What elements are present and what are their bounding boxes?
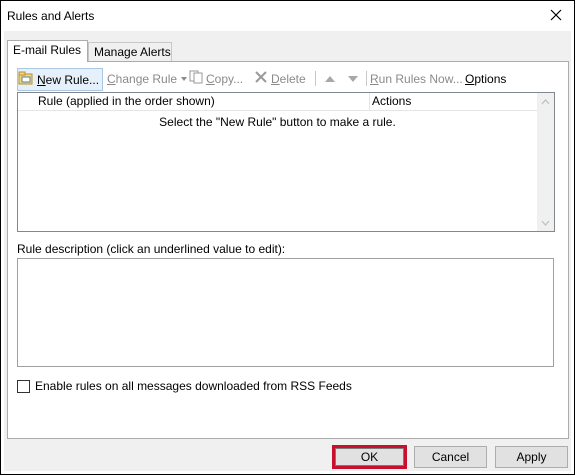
move-up-button[interactable] bbox=[324, 68, 336, 89]
tab-manage-alerts[interactable]: Manage Alerts bbox=[88, 42, 172, 61]
rss-rules-label[interactable]: Enable rules on all messages downloaded … bbox=[35, 379, 352, 393]
apply-button[interactable]: Apply bbox=[495, 446, 568, 468]
ok-button[interactable]: OK bbox=[335, 448, 404, 466]
arrow-down-icon bbox=[348, 75, 358, 82]
toolbar-separator bbox=[315, 71, 316, 86]
rules-list-scrollbar[interactable] bbox=[537, 93, 554, 231]
arrow-up-icon bbox=[325, 75, 335, 82]
rss-rules-option[interactable]: Enable rules on all messages downloaded … bbox=[17, 379, 352, 393]
copy-label: opy... bbox=[214, 71, 244, 86]
change-rule-button[interactable]: Change Rule bbox=[107, 68, 188, 89]
dialog-client-area: E-mail Rules Manage Alerts New Rule... C… bbox=[4, 31, 571, 440]
rules-list[interactable]: Rule (applied in the order shown) Action… bbox=[17, 92, 555, 232]
run-rules-label: un Rules Now... bbox=[378, 71, 463, 86]
run-rules-mnemonic: R bbox=[370, 71, 379, 86]
options-label: ptions bbox=[474, 71, 507, 86]
rule-description-box[interactable] bbox=[17, 258, 554, 367]
close-icon bbox=[550, 9, 562, 21]
scroll-down-button[interactable] bbox=[537, 214, 554, 231]
new-rule-button[interactable]: New Rule... bbox=[17, 68, 103, 91]
move-down-button[interactable] bbox=[347, 68, 359, 89]
rule-description-label: Rule description (click an underlined va… bbox=[17, 242, 286, 256]
copy-button[interactable]: Copy... bbox=[189, 68, 243, 89]
window-title: Rules and Alerts bbox=[7, 9, 95, 23]
column-header-rule[interactable]: Rule (applied in the order shown) bbox=[18, 93, 370, 110]
run-rules-now-button[interactable]: Run Rules Now... bbox=[370, 68, 463, 89]
rules-empty-message: Select the "New Rule" button to make a r… bbox=[159, 115, 396, 129]
copy-mnemonic: C bbox=[206, 71, 215, 86]
email-rules-panel: New Rule... Change Rule Copy... D elete … bbox=[7, 61, 569, 439]
delete-button[interactable]: Delete bbox=[254, 68, 306, 89]
chevron-down-icon bbox=[181, 76, 188, 81]
tab-email-rules[interactable]: E-mail Rules bbox=[7, 40, 88, 62]
options-button[interactable]: Options bbox=[465, 68, 506, 89]
rules-and-alerts-dialog: Rules and Alerts E-mail Rules Manage Ale… bbox=[0, 0, 575, 475]
delete-icon bbox=[254, 70, 268, 87]
options-mnemonic: O bbox=[465, 71, 475, 86]
toolbar-separator bbox=[366, 71, 367, 86]
rules-toolbar: New Rule... Change Rule Copy... D elete … bbox=[17, 67, 557, 91]
new-rule-icon bbox=[18, 71, 34, 88]
delete-mnemonic: D bbox=[271, 71, 280, 86]
scroll-up-button[interactable] bbox=[537, 93, 554, 110]
new-rule-label: ew Rule... bbox=[45, 72, 100, 87]
delete-label: elete bbox=[279, 71, 306, 86]
scroll-down-icon bbox=[541, 220, 550, 226]
change-rule-label: hange Rule bbox=[115, 71, 178, 86]
close-button[interactable] bbox=[546, 5, 566, 25]
dialog-footer: OK Cancel Apply bbox=[4, 440, 571, 471]
change-rule-mnemonic: C bbox=[107, 71, 116, 86]
scroll-up-icon bbox=[541, 98, 550, 104]
new-rule-mnemonic: N bbox=[37, 72, 46, 87]
cancel-button[interactable]: Cancel bbox=[414, 446, 487, 468]
column-header-actions[interactable]: Actions bbox=[370, 93, 537, 110]
rss-rules-checkbox[interactable] bbox=[17, 379, 30, 393]
rules-list-header: Rule (applied in the order shown) Action… bbox=[18, 93, 537, 111]
copy-icon bbox=[189, 70, 203, 87]
title-bar: Rules and Alerts bbox=[1, 1, 574, 31]
